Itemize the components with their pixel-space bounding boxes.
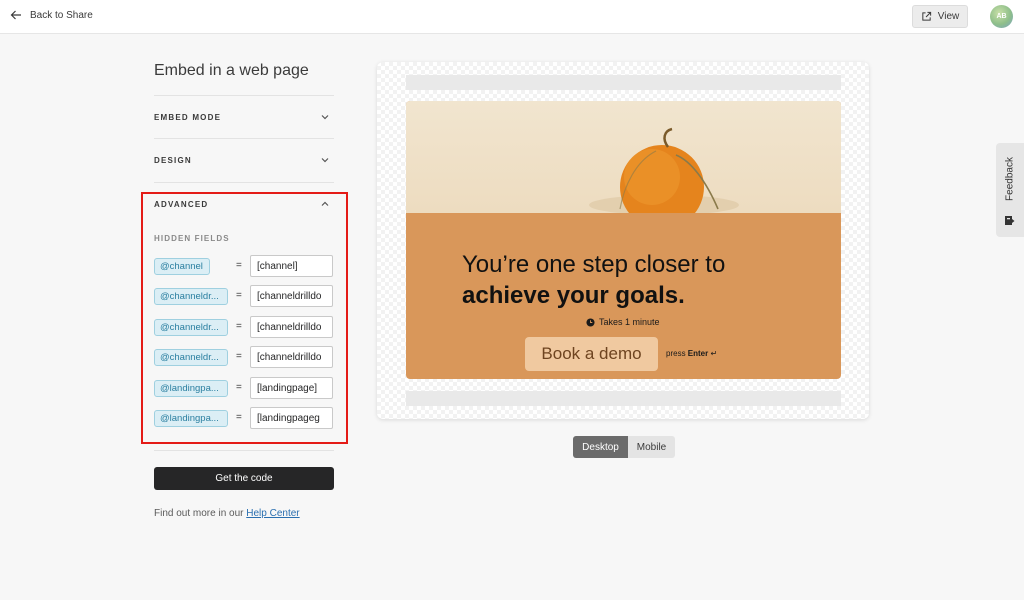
avatar-initials: AB bbox=[996, 13, 1007, 20]
headline-line-2: achieve your goals. bbox=[462, 282, 685, 309]
equals-sign: = bbox=[236, 260, 242, 271]
embed-mode-section[interactable]: EMBED MODE bbox=[154, 110, 334, 124]
hidden-field-tag[interactable]: @landingpa... bbox=[154, 380, 228, 397]
form-embed: You’re one step closer to achieve your g… bbox=[406, 101, 841, 379]
headline-line-1: You’re one step closer to bbox=[462, 251, 726, 278]
equals-sign: = bbox=[236, 351, 242, 362]
hidden-field-tag[interactable]: @channeldr... bbox=[154, 288, 228, 305]
placeholder-bar bbox=[406, 391, 841, 406]
enter-text: Enter bbox=[687, 349, 709, 358]
hidden-field-input[interactable] bbox=[250, 346, 333, 368]
back-to-share-link[interactable]: Back to Share bbox=[10, 9, 93, 21]
help-center-link[interactable]: Help Center bbox=[246, 508, 299, 519]
equals-sign: = bbox=[236, 321, 242, 332]
advanced-label: ADVANCED bbox=[154, 199, 209, 209]
hidden-field-tag[interactable]: @landingpa... bbox=[154, 410, 228, 427]
divider bbox=[154, 95, 334, 96]
hidden-field-tag[interactable]: @channeldr... bbox=[154, 349, 228, 366]
equals-sign: = bbox=[236, 290, 242, 301]
back-label: Back to Share bbox=[30, 9, 93, 21]
press-text: press bbox=[666, 349, 686, 358]
page-title: Embed in a web page bbox=[154, 62, 309, 79]
orange-image bbox=[589, 127, 739, 213]
divider bbox=[154, 450, 334, 451]
hidden-field-input[interactable] bbox=[250, 407, 333, 429]
placeholder-bar bbox=[406, 75, 841, 90]
design-label: DESIGN bbox=[154, 155, 192, 165]
view-label: View bbox=[937, 11, 960, 22]
advanced-section[interactable]: ADVANCED bbox=[154, 197, 334, 211]
hidden-field-row: @channeldr... = bbox=[154, 346, 334, 368]
feedback-tab[interactable]: Feedback bbox=[996, 143, 1024, 237]
enter-return-icon: ↵ bbox=[710, 349, 718, 358]
embed-mode-label: EMBED MODE bbox=[154, 112, 222, 122]
hidden-field-tag[interactable]: @channeldr... bbox=[154, 319, 228, 336]
time-estimate: Takes 1 minute bbox=[586, 317, 660, 327]
welcome-headline: You’re one step closer to achieve your g… bbox=[462, 249, 822, 311]
embed-preview: You’re one step closer to achieve your g… bbox=[377, 62, 869, 419]
chevron-down-icon bbox=[321, 115, 329, 120]
design-section[interactable]: DESIGN bbox=[154, 153, 334, 167]
press-enter-hint: press Enter ↵ bbox=[666, 349, 717, 358]
equals-sign: = bbox=[236, 382, 242, 393]
hidden-field-row: @channel = bbox=[154, 255, 334, 277]
feedback-icon bbox=[1005, 216, 1015, 225]
hidden-field-tag[interactable]: @channel bbox=[154, 258, 210, 275]
hidden-field-row: @channeldr... = bbox=[154, 316, 334, 338]
time-text: Takes 1 minute bbox=[599, 317, 660, 327]
chevron-up-icon bbox=[321, 201, 329, 206]
avatar[interactable]: AB bbox=[990, 5, 1013, 28]
help-text: Find out more in our Help Center bbox=[154, 508, 300, 519]
hidden-field-input[interactable] bbox=[250, 377, 333, 399]
chevron-down-icon bbox=[321, 158, 329, 163]
divider bbox=[154, 138, 334, 139]
hidden-field-input[interactable] bbox=[250, 316, 333, 338]
get-the-code-button[interactable]: Get the code bbox=[154, 467, 334, 490]
desktop-toggle-button[interactable]: Desktop bbox=[573, 436, 628, 458]
feedback-label: Feedback bbox=[1004, 157, 1016, 201]
device-toggle: Desktop Mobile bbox=[573, 436, 675, 458]
top-bar: Back to Share View AB bbox=[0, 0, 1024, 34]
view-button[interactable]: View bbox=[912, 5, 968, 28]
hidden-field-row: @channeldr... = bbox=[154, 285, 334, 307]
hidden-field-input[interactable] bbox=[250, 255, 333, 277]
mobile-toggle-button[interactable]: Mobile bbox=[628, 436, 675, 458]
arrow-left-icon bbox=[10, 10, 21, 20]
external-link-icon bbox=[922, 11, 931, 21]
orange-photo bbox=[406, 101, 841, 213]
clock-icon bbox=[586, 317, 595, 327]
divider bbox=[154, 182, 334, 183]
hidden-field-row: @landingpa... = bbox=[154, 377, 334, 399]
hidden-field-row: @landingpa... = bbox=[154, 407, 334, 429]
book-a-demo-button[interactable]: Book a demo bbox=[525, 337, 658, 371]
equals-sign: = bbox=[236, 412, 242, 423]
hidden-fields-heading: HIDDEN FIELDS bbox=[154, 234, 230, 243]
hidden-field-input[interactable] bbox=[250, 285, 333, 307]
help-prefix: Find out more in our bbox=[154, 508, 247, 519]
